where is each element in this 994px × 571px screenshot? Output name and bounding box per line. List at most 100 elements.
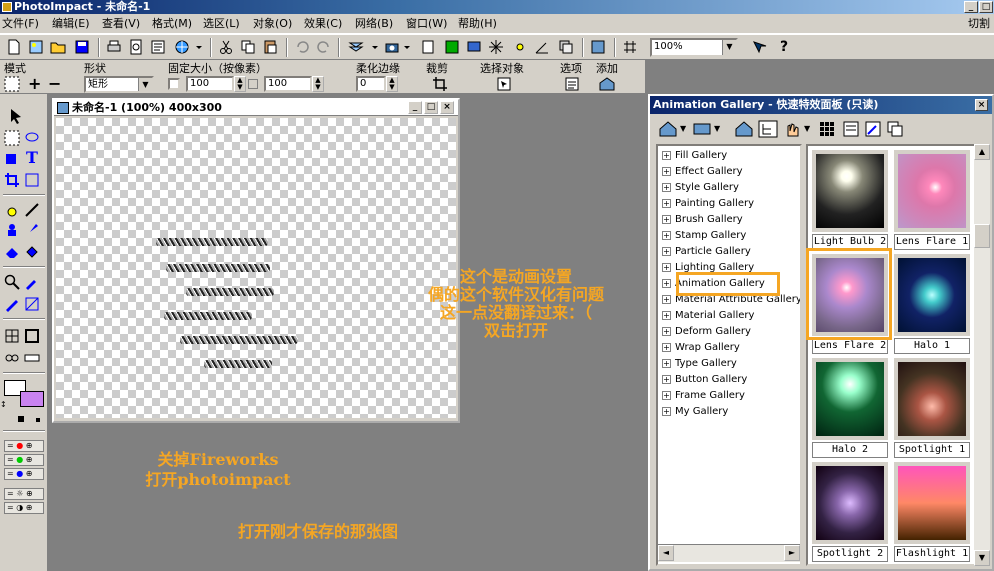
print-icon[interactable] bbox=[106, 39, 122, 55]
expand-icon[interactable]: + bbox=[662, 294, 671, 304]
layers-icon[interactable] bbox=[348, 39, 364, 55]
subtract-mode-icon[interactable]: − bbox=[48, 74, 61, 93]
tool-glyph-icon[interactable] bbox=[752, 39, 768, 55]
gallery-home-icon[interactable] bbox=[658, 120, 678, 138]
thumbnail-flashlight-1[interactable]: Flashlight 1 bbox=[894, 462, 972, 564]
gallery-tree-icon[interactable] bbox=[758, 120, 778, 138]
gallery-close-button[interactable]: × bbox=[975, 99, 988, 111]
tree-item-deform-gallery[interactable]: + Deform Gallery bbox=[662, 324, 751, 340]
red-channel-row[interactable]: = ● ⊕ bbox=[4, 440, 44, 452]
add-mode-icon[interactable]: + bbox=[28, 74, 41, 93]
gallery-add-icon[interactable] bbox=[734, 120, 754, 138]
frame-icon[interactable] bbox=[24, 328, 40, 344]
stack-icon[interactable] bbox=[558, 39, 574, 55]
pick-tool-icon[interactable] bbox=[8, 108, 24, 124]
expand-icon[interactable]: + bbox=[662, 406, 671, 416]
doc-minimize-button[interactable]: _ bbox=[408, 101, 422, 114]
green-channel-row[interactable]: = ● ⊕ bbox=[4, 454, 44, 466]
grid-icon[interactable] bbox=[4, 328, 20, 344]
menu-object[interactable]: 对象(O) bbox=[253, 16, 292, 32]
tree-item-frame-gallery[interactable]: + Frame Gallery bbox=[662, 388, 745, 404]
thumbnail-halo-2[interactable]: Halo 2 bbox=[812, 358, 890, 460]
lasso-tool-icon[interactable] bbox=[24, 130, 40, 146]
menu-file[interactable]: 文件(F) bbox=[2, 16, 39, 32]
crop-tool-icon[interactable] bbox=[4, 172, 20, 188]
monitor-icon[interactable] bbox=[466, 39, 482, 55]
cut-icon[interactable] bbox=[218, 39, 234, 55]
fill-shape-icon[interactable] bbox=[4, 150, 20, 166]
expand-icon[interactable]: + bbox=[662, 150, 671, 160]
expand-icon[interactable]: + bbox=[662, 310, 671, 320]
select-mode-icon[interactable] bbox=[4, 76, 20, 92]
document-title-bar[interactable]: 未命名-1 (100%) 400x300 _ □ × bbox=[54, 100, 458, 116]
swap-colors-icon[interactable]: ↕ bbox=[0, 400, 7, 409]
width-field[interactable]: 100 bbox=[186, 76, 234, 92]
thumbnail-halo-1[interactable]: Halo 1 bbox=[894, 254, 972, 356]
expand-icon[interactable]: + bbox=[662, 246, 671, 256]
web-globe-icon[interactable] bbox=[174, 39, 190, 55]
tree-item-fill-gallery[interactable]: + Fill Gallery bbox=[662, 148, 727, 164]
undo-icon[interactable] bbox=[294, 39, 310, 55]
magic-wand-icon[interactable] bbox=[4, 202, 20, 218]
zoom-select[interactable]: 100% ▼ bbox=[650, 38, 738, 57]
expand-icon[interactable]: + bbox=[662, 198, 671, 208]
gallery-store-icon[interactable] bbox=[692, 120, 712, 138]
menu-edit[interactable]: 编辑(E) bbox=[52, 16, 90, 32]
chevron-down-icon[interactable]: ▼ bbox=[138, 78, 152, 91]
expand-icon[interactable]: + bbox=[662, 262, 671, 272]
doc-maximize-button[interactable]: □ bbox=[424, 101, 438, 114]
scroll-right-button[interactable]: ► bbox=[784, 545, 800, 561]
brightness-row[interactable]: = ☼ ⊕ bbox=[4, 488, 44, 500]
blue-channel-row[interactable]: = ● ⊕ bbox=[4, 468, 44, 480]
scroll-left-button[interactable]: ◄ bbox=[658, 545, 674, 561]
open-folder-icon[interactable] bbox=[50, 39, 66, 55]
redo-icon[interactable] bbox=[316, 39, 332, 55]
thumbnail-vertical-scrollbar[interactable]: ▲ ▼ bbox=[974, 144, 990, 566]
tree-item-my-gallery[interactable]: + My Gallery bbox=[662, 404, 728, 420]
menu-effect[interactable]: 效果(C) bbox=[304, 16, 342, 32]
select-object-icon[interactable] bbox=[496, 76, 512, 92]
thumbnail-spotlight-1[interactable]: Spotlight 1 bbox=[894, 358, 972, 460]
expand-icon[interactable]: + bbox=[662, 374, 671, 384]
transform-tool-icon[interactable] bbox=[24, 172, 40, 188]
transform-icon[interactable] bbox=[488, 39, 504, 55]
help-icon[interactable]: ? bbox=[780, 39, 796, 55]
expand-icon[interactable]: + bbox=[662, 358, 671, 368]
contrast-row[interactable]: = ◑ ⊕ bbox=[4, 502, 44, 514]
angle-icon[interactable] bbox=[534, 39, 550, 55]
save-icon[interactable] bbox=[74, 39, 90, 55]
zoom-tool-icon[interactable] bbox=[4, 274, 20, 290]
gallery-hand-icon[interactable] bbox=[782, 120, 802, 138]
menu-help[interactable]: 帮助(H) bbox=[458, 16, 497, 32]
tree-item-type-gallery[interactable]: + Type Gallery bbox=[662, 356, 737, 372]
menu-slice[interactable]: 切割 bbox=[968, 16, 990, 32]
expand-icon[interactable]: + bbox=[662, 166, 671, 176]
tree-item-stamp-gallery[interactable]: + Stamp Gallery bbox=[662, 228, 746, 244]
scroll-down-button[interactable]: ▼ bbox=[974, 550, 990, 566]
thumbnail-lens-flare-1[interactable]: Lens Flare 1 bbox=[894, 150, 972, 252]
menu-window[interactable]: 窗口(W) bbox=[406, 16, 447, 32]
tree-item-particle-gallery[interactable]: + Particle Gallery bbox=[662, 244, 751, 260]
tree-item-material-gallery[interactable]: + Material Gallery bbox=[662, 308, 754, 324]
options-icon[interactable] bbox=[564, 76, 580, 92]
shape-select[interactable]: 矩形 ▼ bbox=[84, 76, 154, 93]
brush-tool-icon[interactable] bbox=[24, 222, 40, 238]
tree-item-painting-gallery[interactable]: + Painting Gallery bbox=[662, 196, 754, 212]
height-stepper[interactable]: ▲ ▼ bbox=[312, 76, 324, 92]
menu-selection[interactable]: 选区(L) bbox=[203, 16, 240, 32]
print-preview-icon[interactable] bbox=[128, 39, 144, 55]
gallery-title-bar[interactable]: Animation Gallery - 快速特效面板 (只读) × bbox=[650, 96, 992, 114]
sparkle-icon[interactable] bbox=[512, 39, 528, 55]
tree-item-style-gallery[interactable]: + Style Gallery bbox=[662, 180, 739, 196]
gallery-properties-icon[interactable] bbox=[842, 120, 860, 138]
pen-tool-icon[interactable] bbox=[4, 296, 20, 312]
fixed-size-checkbox[interactable] bbox=[168, 78, 180, 90]
crop-icon[interactable] bbox=[432, 76, 448, 92]
selection-tool-icon[interactable] bbox=[4, 130, 20, 146]
chevron-down-icon[interactable] bbox=[370, 39, 380, 55]
chevron-down-icon[interactable]: ▼ bbox=[714, 120, 720, 138]
link-icon[interactable] bbox=[248, 79, 258, 89]
chevron-down-icon[interactable]: ▼ bbox=[680, 120, 686, 138]
expand-icon[interactable]: + bbox=[662, 390, 671, 400]
image-viewer-icon[interactable] bbox=[444, 39, 460, 55]
